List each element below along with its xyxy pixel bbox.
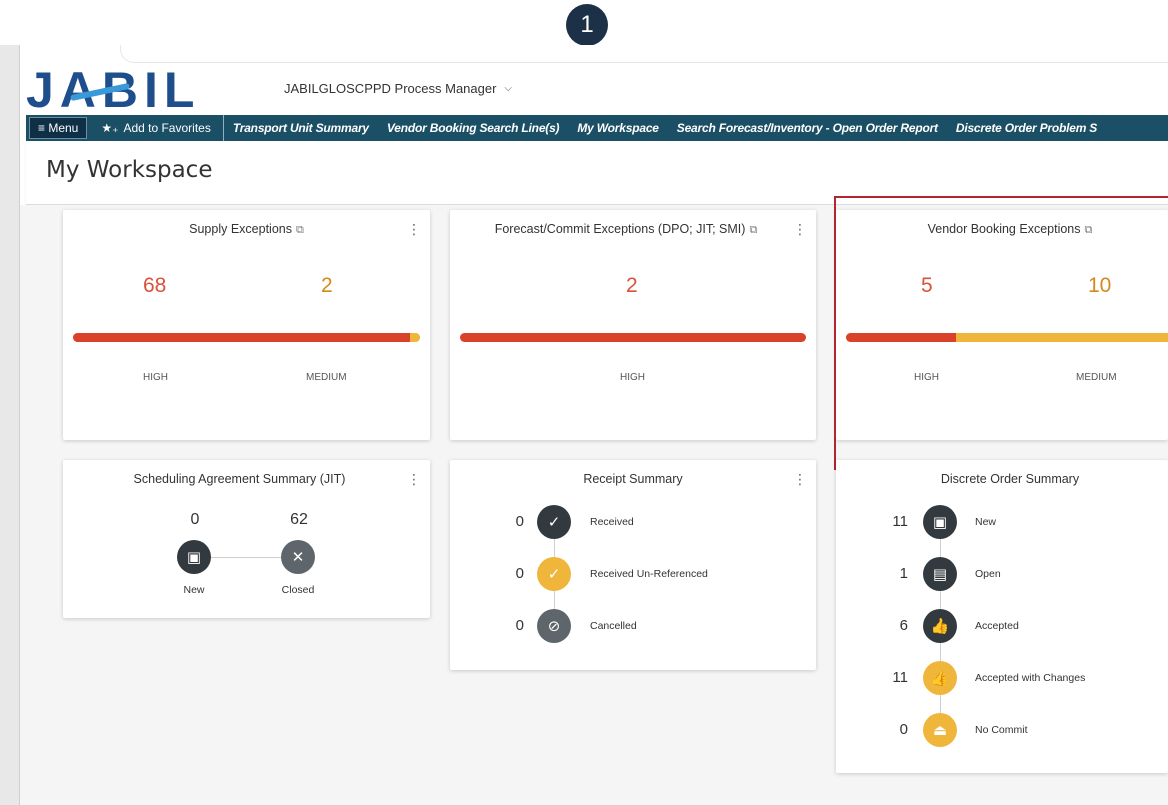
received-unreferenced-count[interactable]: 0 (494, 565, 524, 582)
close-icon[interactable]: ✕ (281, 540, 315, 574)
open-doc-icon[interactable]: ▤ (923, 557, 957, 591)
ban-icon[interactable]: ⊘ (537, 609, 571, 643)
supply-exceptions-card: Supply Exceptions ⧉ ⋮ 68 2 HIGH MEDIUM (63, 210, 430, 440)
card-title: Receipt Summary (450, 472, 816, 486)
receipt-summary-title: Receipt Summary (583, 472, 683, 486)
medium-count[interactable]: 2 (321, 274, 333, 298)
cancelled-label: Cancelled (590, 620, 637, 632)
kebab-menu-icon[interactable]: ⋮ (793, 222, 807, 238)
nav-link-transport-unit-summary[interactable]: Transport Unit Summary (224, 121, 378, 135)
discrete-order-summary-card: Discrete Order Summary 11 ▣ New 1 ▤ Open… (836, 460, 1168, 773)
new-count[interactable]: 11 (878, 513, 908, 530)
card-title: Forecast/Commit Exceptions (DPO; JIT; SM… (436, 222, 816, 237)
received-label: Received (590, 516, 634, 528)
high-count[interactable]: 68 (143, 274, 166, 298)
accepted-with-changes-label: Accepted with Changes (975, 672, 1086, 684)
high-label: HIGH (620, 372, 645, 383)
severity-bar-high (460, 333, 806, 342)
connector-line (211, 557, 283, 558)
top-nav-bar: ≡ Menu ★₊ Add to Favorites Transport Uni… (26, 115, 1168, 141)
open-count[interactable]: 1 (878, 565, 908, 582)
cancelled-count[interactable]: 0 (494, 617, 524, 634)
check-icon[interactable]: ✓ (537, 557, 571, 591)
thumbs-up-icon[interactable]: 👍 (923, 609, 957, 643)
scheduling-agreement-card: Scheduling Agreement Summary (JIT) ⋮ 0 6… (63, 460, 430, 618)
receipt-summary-card: Receipt Summary ⋮ 0 ✓ Received 0 ✓ Recei… (450, 460, 816, 670)
kebab-menu-icon[interactable]: ⋮ (793, 472, 807, 488)
no-commit-label: No Commit (975, 724, 1028, 736)
kebab-menu-icon[interactable]: ⋮ (407, 472, 421, 488)
menu-button[interactable]: ≡ Menu (29, 117, 88, 139)
accepted-with-changes-count[interactable]: 11 (878, 669, 908, 686)
menu-label: ≡ Menu (38, 121, 79, 135)
new-label: New (975, 516, 997, 528)
process-manager-dropdown[interactable]: JABILGLOSCPPD Process Manager ⌵ (284, 81, 512, 96)
new-doc-icon[interactable]: ▣ (923, 505, 957, 539)
forecast-commit-exceptions-card: Forecast/Commit Exceptions (DPO; JIT; SM… (450, 210, 816, 440)
medium-label: MEDIUM (306, 372, 347, 383)
forecast-commit-exceptions-title[interactable]: Forecast/Commit Exceptions (DPO; JIT; SM… (495, 222, 746, 236)
external-link-icon[interactable]: ⧉ (296, 224, 304, 236)
received-count[interactable]: 0 (494, 513, 524, 530)
thumbs-up-icon[interactable]: 👍 (923, 661, 957, 695)
new-label: New (183, 584, 205, 596)
severity-bar-high (73, 333, 410, 342)
kebab-menu-icon[interactable]: ⋮ (407, 222, 421, 238)
severity-bar (460, 333, 806, 342)
accepted-label: Accepted (975, 620, 1019, 632)
open-label: Open (975, 568, 1001, 580)
closed-count[interactable]: 62 (269, 511, 329, 529)
severity-bar-medium (409, 333, 420, 342)
highlight-box (834, 196, 1168, 470)
add-to-favorites-button[interactable]: ★₊ Add to Favorites (87, 115, 224, 141)
new-doc-icon[interactable]: ▣ (177, 540, 211, 574)
accepted-count[interactable]: 6 (878, 617, 908, 634)
high-label: HIGH (143, 372, 168, 383)
eject-icon[interactable]: ⏏ (923, 713, 957, 747)
check-icon[interactable]: ✓ (537, 505, 571, 539)
no-commit-count[interactable]: 0 (878, 721, 908, 738)
page-title: My Workspace (46, 157, 213, 183)
severity-bar (73, 333, 420, 342)
process-manager-label: JABILGLOSCPPD Process Manager (284, 81, 497, 96)
step-callout-badge: 1 (566, 4, 608, 46)
nav-link-vendor-booking-search[interactable]: Vendor Booking Search Line(s) (378, 121, 568, 135)
card-title: Supply Exceptions ⧉ (63, 222, 430, 237)
left-edge-panel (0, 45, 20, 805)
browser-top-edge (120, 45, 1168, 63)
supply-exceptions-title[interactable]: Supply Exceptions (189, 222, 292, 236)
high-count[interactable]: 2 (626, 274, 638, 298)
closed-label: Closed (281, 584, 315, 596)
brand-row: JABIL JABILGLOSCPPD Process Manager ⌵ (26, 65, 1168, 115)
nav-link-my-workspace[interactable]: My Workspace (568, 121, 667, 135)
external-link-icon[interactable]: ⧉ (749, 224, 757, 236)
nav-link-discrete-order-problem[interactable]: Discrete Order Problem S (947, 121, 1106, 135)
discrete-order-summary-title: Discrete Order Summary (940, 472, 1080, 486)
received-unreferenced-label: Received Un-Referenced (590, 568, 708, 580)
new-count[interactable]: 0 (165, 511, 225, 529)
jabil-logo[interactable]: JABIL (26, 65, 200, 115)
chevron-down-icon: ⌵ (504, 83, 513, 94)
card-title: Scheduling Agreement Summary (JIT) (49, 472, 430, 486)
nav-link-search-forecast[interactable]: Search Forecast/Inventory - Open Order R… (668, 121, 947, 135)
scheduling-agreement-title: Scheduling Agreement Summary (JIT) (133, 472, 346, 486)
add-to-favorites-label: Add to Favorites (123, 121, 211, 135)
card-title: Discrete Order Summary (836, 472, 1168, 486)
star-plus-icon: ★₊ (101, 121, 119, 135)
